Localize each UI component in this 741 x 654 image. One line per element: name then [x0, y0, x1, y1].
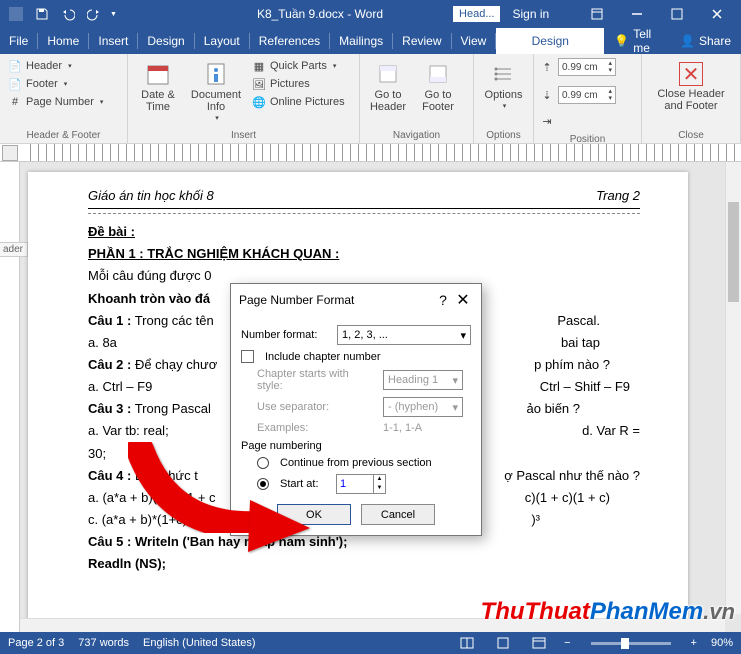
maximize-icon[interactable]	[657, 0, 697, 28]
calendar-icon	[144, 60, 172, 88]
close-hf-icon: ✕	[679, 62, 703, 86]
include-chapter-checkbox[interactable]	[241, 350, 254, 363]
quick-parts-menu[interactable]: ▦Quick Parts▾	[250, 58, 347, 74]
tab-file[interactable]: File	[0, 28, 37, 54]
insert-alignment-tab-icon[interactable]: ⇥	[540, 114, 554, 128]
spinner-up-icon[interactable]: ▲	[374, 475, 385, 484]
spinner-down-icon[interactable]: ▼	[374, 484, 385, 493]
tab-design[interactable]: Design	[138, 28, 193, 54]
goto-header-icon	[374, 60, 402, 88]
pictures-button[interactable]: 🖼Pictures	[250, 76, 347, 92]
zoom-out-icon[interactable]: −	[564, 637, 570, 649]
dialog-title: Page Number Format	[239, 293, 433, 307]
ruler-corner	[2, 145, 18, 161]
header-menu[interactable]: 📄Header▾	[6, 58, 105, 74]
tab-hf-design[interactable]: Design	[496, 28, 604, 54]
group-label-hf: Header & Footer	[6, 128, 121, 141]
footer-from-bottom-input[interactable]: 0.99 cm▴▾	[558, 86, 616, 104]
goto-footer-button[interactable]: Go to Footer	[416, 58, 460, 113]
vertical-ruler[interactable]	[0, 162, 20, 634]
page-number-icon: #	[8, 95, 22, 109]
contextual-tab-label: Head...	[453, 6, 500, 22]
ribbon-options-icon[interactable]	[577, 0, 617, 28]
page-header-left: Giáo án tin học khối 8	[88, 186, 214, 206]
number-format-label: Number format:	[241, 329, 331, 341]
print-layout-icon[interactable]	[492, 634, 514, 652]
zoom-level[interactable]: 90%	[711, 637, 733, 649]
horizontal-ruler[interactable]	[0, 144, 741, 162]
cancel-button[interactable]: Cancel	[361, 504, 435, 525]
online-pictures-button[interactable]: 🌐Online Pictures	[250, 94, 347, 110]
document-info-button[interactable]: Document Info▾	[188, 58, 244, 122]
save-icon[interactable]	[30, 2, 54, 26]
dialog-close-icon[interactable]: ✕	[453, 290, 473, 310]
tell-me[interactable]: 💡 Tell me	[604, 27, 670, 55]
qat-customize-icon[interactable]: ▼	[110, 11, 117, 18]
status-page[interactable]: Page 2 of 3	[8, 637, 64, 649]
footer-icon: 📄	[8, 77, 22, 91]
tab-layout[interactable]: Layout	[195, 28, 249, 54]
lightbulb-icon: 💡	[614, 34, 629, 48]
vertical-scrollbar[interactable]	[725, 162, 741, 614]
chapter-style-select: Heading 1▾	[383, 370, 463, 390]
include-chapter-label: Include chapter number	[265, 351, 381, 363]
share-button[interactable]: 👤 Share	[670, 34, 741, 48]
tab-mailings[interactable]: Mailings	[330, 28, 392, 54]
web-layout-icon[interactable]	[528, 634, 550, 652]
header-from-top-input[interactable]: 0.99 cm▴▾	[558, 58, 616, 76]
sign-in-link[interactable]: Sign in	[512, 7, 549, 21]
footer-menu[interactable]: 📄Footer▾	[6, 76, 105, 92]
separator-select: - (hyphen)▾	[383, 397, 463, 417]
watermark-text: ThuThuatPhanMem.vn	[481, 598, 735, 626]
share-icon: 👤	[680, 34, 695, 48]
status-lang[interactable]: English (United States)	[143, 637, 256, 649]
tab-view[interactable]: View	[452, 28, 496, 54]
zoom-in-icon[interactable]: +	[691, 637, 697, 649]
options-icon	[490, 60, 518, 88]
close-header-footer-button[interactable]: ✕ Close Header and Footer	[648, 58, 734, 112]
zoom-slider[interactable]	[591, 642, 671, 645]
number-format-select[interactable]: 1, 2, 3, ...▾	[337, 325, 471, 345]
examples-value: 1-1, 1-A	[383, 422, 422, 434]
page-number-menu[interactable]: #Page Number▾	[6, 94, 105, 110]
goto-header-button[interactable]: Go to Header	[366, 58, 410, 113]
annotation-arrow	[120, 430, 320, 560]
status-words[interactable]: 737 words	[78, 637, 129, 649]
online-pictures-icon: 🌐	[252, 95, 266, 109]
close-window-icon[interactable]	[697, 0, 737, 28]
read-mode-icon[interactable]	[456, 634, 478, 652]
document-title: K8_Tuần 9.docx - Word	[257, 7, 383, 21]
redo-icon[interactable]	[82, 2, 106, 26]
quick-parts-icon: ▦	[252, 59, 266, 73]
tab-references[interactable]: References	[250, 28, 329, 54]
header-from-top-icon: ⇡	[540, 60, 554, 74]
goto-footer-icon	[424, 60, 452, 88]
undo-icon[interactable]	[56, 2, 80, 26]
dialog-help-icon[interactable]: ?	[433, 292, 453, 308]
page-header-right: Trang 2	[596, 186, 640, 206]
group-label-nav: Navigation	[366, 128, 467, 141]
word-app-icon	[4, 2, 28, 26]
header-icon: 📄	[8, 59, 22, 73]
options-menu[interactable]: Options▾	[480, 58, 527, 110]
date-time-button[interactable]: Date & Time	[134, 58, 182, 113]
group-label-options: Options	[480, 128, 527, 141]
tab-insert[interactable]: Insert	[89, 28, 137, 54]
minimize-icon[interactable]	[617, 0, 657, 28]
chevron-down-icon: ▾	[460, 329, 466, 342]
document-info-icon	[202, 60, 230, 88]
tab-home[interactable]: Home	[38, 28, 88, 54]
group-label-close: Close	[648, 128, 734, 141]
group-label-insert: Insert	[134, 128, 353, 141]
chapter-style-label: Chapter starts with style:	[257, 368, 377, 392]
footer-from-bottom-icon: ⇣	[540, 88, 554, 102]
start-at-input[interactable]: ▲▼	[336, 474, 386, 494]
tab-review[interactable]: Review	[393, 28, 450, 54]
pictures-icon: 🖼	[252, 77, 266, 91]
separator-label: Use separator:	[257, 401, 377, 413]
